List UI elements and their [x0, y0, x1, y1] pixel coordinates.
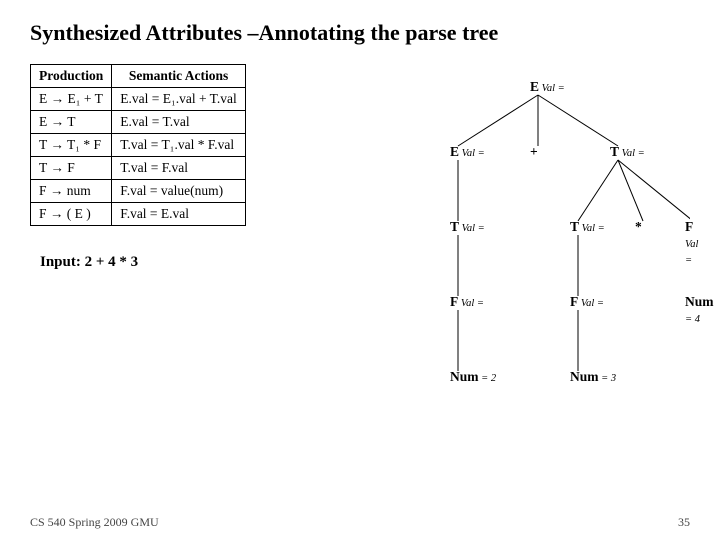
table-row: F → numF.val = value(num): [31, 180, 246, 203]
tree-node-E_root: E Val =: [530, 79, 565, 95]
tree-node-E1: E Val =: [450, 144, 485, 160]
production-cell: F → num: [31, 180, 112, 203]
table-row: E → E₁ + TE.val = E₁.val + T.val: [31, 88, 246, 111]
node-label: *: [635, 219, 642, 235]
tree-svg: [330, 64, 690, 484]
node-annot: = 3: [599, 373, 617, 384]
action-cell: T.val = T₁.val * F.val: [112, 134, 246, 157]
node-label: Num: [570, 369, 599, 385]
node-annot: Val =: [539, 83, 565, 94]
action-cell: E.val = E₁.val + T.val: [112, 88, 246, 111]
table-row: E → TE.val = T.val: [31, 111, 246, 134]
page-title: Synthesized Attributes –Annotating the p…: [30, 20, 690, 46]
node-label: F: [450, 294, 458, 310]
action-cell: T.val = F.val: [112, 157, 246, 180]
node-label: T: [450, 219, 459, 235]
node-label: E: [530, 79, 539, 95]
node-annot: Val =: [459, 148, 485, 159]
footer-page: 35: [678, 515, 690, 530]
node-label: F: [685, 219, 693, 235]
node-annot: Val =: [579, 223, 605, 234]
footer-course: CS 540 Spring 2009 GMU: [30, 515, 159, 530]
production-cell: E → E₁ + T: [31, 88, 112, 111]
node-label: Num: [685, 294, 714, 310]
action-cell: F.val = value(num): [112, 180, 246, 203]
tree-node-T1: T Val =: [450, 219, 485, 235]
node-label: F: [570, 294, 578, 310]
content-area: Production Semantic Actions E → E₁ + TE.…: [30, 64, 690, 484]
node-annot: = 2: [479, 373, 497, 384]
node-annot: Val =: [685, 239, 698, 266]
node-label: T: [570, 219, 579, 235]
tree-node-Num4: Num = 4: [685, 294, 714, 326]
production-cell: T → T₁ * F: [31, 134, 112, 157]
footer: CS 540 Spring 2009 GMU 35: [0, 515, 720, 530]
node-annot: Val =: [619, 148, 645, 159]
col-semantic: Semantic Actions: [112, 65, 246, 88]
tree-node-plus: +: [530, 144, 538, 160]
table-row: T → FT.val = F.val: [31, 157, 246, 180]
production-cell: F → ( E ): [31, 203, 112, 226]
tree-node-T2: T Val =: [570, 219, 605, 235]
node-annot: Val =: [458, 298, 484, 309]
tree-node-Num3: Num = 3: [570, 369, 616, 385]
node-label: +: [530, 144, 538, 160]
node-annot: = 4: [685, 314, 700, 325]
tree-node-F1: F Val =: [685, 219, 698, 267]
node-annot: Val =: [578, 298, 604, 309]
node-label: E: [450, 144, 459, 160]
tree-section: E Val =E Val =+T Val =T Val =T Val =*F V…: [330, 64, 690, 484]
tree-node-F2: F Val =: [450, 294, 484, 310]
node-label: T: [610, 144, 619, 160]
action-cell: E.val = T.val: [112, 111, 246, 134]
tree-node-star: *: [635, 219, 642, 235]
table-row: T → T₁ * FT.val = T₁.val * F.val: [31, 134, 246, 157]
action-cell: F.val = E.val: [112, 203, 246, 226]
table-section: Production Semantic Actions E → E₁ + TE.…: [30, 64, 320, 271]
input-line: Input: 2 + 4 * 3: [30, 254, 320, 271]
table-row: F → ( E )F.val = E.val: [31, 203, 246, 226]
col-production: Production: [31, 65, 112, 88]
production-cell: E → T: [31, 111, 112, 134]
node-label: Num: [450, 369, 479, 385]
tree-node-Num2: Num = 2: [450, 369, 496, 385]
page: Synthesized Attributes –Annotating the p…: [0, 0, 720, 540]
production-cell: T → F: [31, 157, 112, 180]
node-annot: Val =: [459, 223, 485, 234]
productions-table: Production Semantic Actions E → E₁ + TE.…: [30, 64, 246, 226]
tree-node-T_top: T Val =: [610, 144, 645, 160]
tree-node-F3: F Val =: [570, 294, 604, 310]
